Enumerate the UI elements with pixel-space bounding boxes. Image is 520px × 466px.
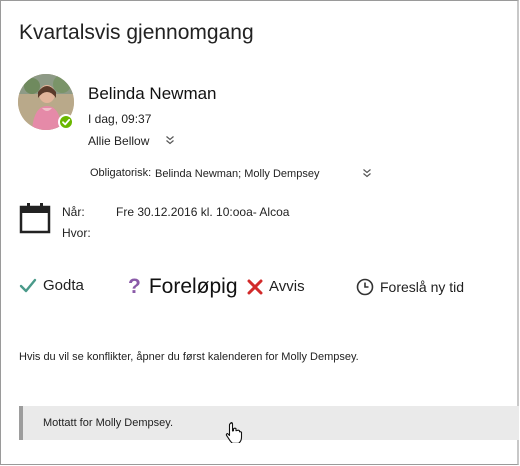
x-icon — [247, 279, 263, 294]
presence-available-icon — [58, 114, 74, 130]
required-attendees-label: Obligatorisk: — [90, 167, 152, 179]
propose-new-time-label: Foreslå ny tid — [380, 279, 465, 295]
meeting-pane: Kvartalsvis gjennomgang Belinda Newman I… — [0, 0, 519, 465]
sent-time: I dag, 09:37 — [88, 112, 152, 126]
where-label: Hvor: — [62, 226, 91, 240]
cursor-icon — [225, 421, 243, 448]
chevron-down-icon[interactable] — [361, 166, 373, 184]
response-status-banner: Mottatt for Molly Dempsey. — [19, 406, 519, 440]
organizer-name[interactable]: Belinda Newman — [88, 84, 217, 104]
when-value: Fre 30.12.2016 kl. 10:ooa- Alcoa — [116, 205, 290, 219]
clock-icon — [356, 278, 374, 296]
propose-new-time-button[interactable]: Foreslå ny tid — [356, 278, 464, 296]
response-status-text: Mottatt for Molly Dempsey. — [43, 417, 173, 429]
required-attendees-list[interactable]: Belinda Newman; Molly Dempsey — [155, 168, 319, 180]
meeting-title: Kvartalsvis gjennomgang — [19, 21, 254, 44]
decline-label: Avvis — [269, 278, 305, 295]
recipient-name[interactable]: Allie Bellow — [88, 134, 149, 148]
tentative-label: Foreløpig — [148, 275, 238, 298]
tentative-button[interactable]: ? Foreløpig — [128, 275, 238, 299]
accept-label: Godta — [43, 277, 84, 294]
question-icon: ? — [128, 275, 141, 298]
decline-button[interactable]: Avvis — [247, 278, 305, 295]
checkmark-icon — [19, 278, 37, 292]
when-label: Når: — [62, 205, 85, 219]
accept-button[interactable]: Godta — [19, 277, 84, 294]
chevron-down-icon[interactable] — [164, 133, 176, 151]
conflict-info-text: Hvis du vil se konflikter, åpner du førs… — [19, 351, 359, 363]
calendar-icon — [19, 202, 51, 239]
